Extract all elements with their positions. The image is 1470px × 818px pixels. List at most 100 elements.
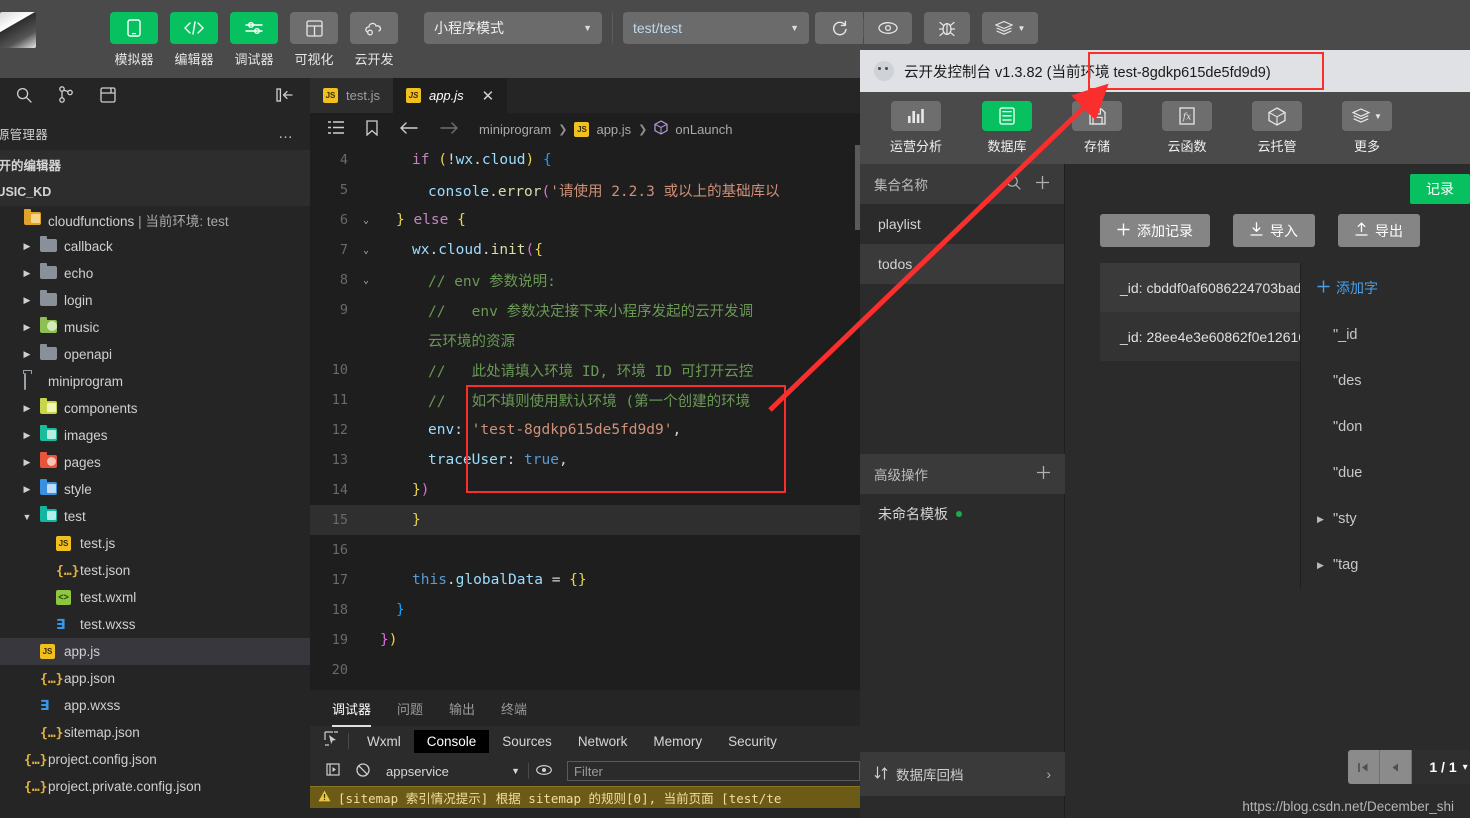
- tree-item[interactable]: ▶cloudfunctions | 当前环境: test: [0, 206, 310, 233]
- breadcrumb-item-symbol[interactable]: onLaunch: [675, 122, 732, 137]
- toolbar-item-simulator[interactable]: 模拟器: [110, 12, 158, 68]
- fold-toggle-icon[interactable]: ⌄: [356, 215, 376, 226]
- tree-item[interactable]: ▶ openapi: [0, 341, 310, 368]
- breadcrumb-item-folder[interactable]: miniprogram: [479, 122, 551, 137]
- tree-item[interactable]: ▼ test: [0, 503, 310, 530]
- tree-item[interactable]: ▶ images: [0, 422, 310, 449]
- debug-tab[interactable]: 问题: [397, 699, 423, 718]
- code-line[interactable]: 10 // 此处请填入环境 ID, 环境 ID 可打开云控: [310, 355, 860, 385]
- chevron-right-icon[interactable]: ▶: [20, 295, 34, 306]
- code-line[interactable]: 8 ⌄ // env 参数说明:: [310, 265, 860, 295]
- chevron-right-icon[interactable]: ▶: [20, 241, 34, 252]
- record-id-item[interactable]: _id: 28ee4e3e60862f0e126168c517...: [1100, 312, 1300, 361]
- code-line[interactable]: 20: [310, 655, 860, 685]
- debug-tab[interactable]: 调试器: [332, 699, 372, 727]
- tree-item[interactable]: ▶{…}project.private.config.json: [0, 773, 310, 800]
- tree-item[interactable]: ▶ music: [0, 314, 310, 341]
- record-field-row[interactable]: ▶"due: [1317, 450, 1470, 496]
- search-icon[interactable]: [16, 87, 32, 108]
- debug-button[interactable]: [924, 12, 970, 44]
- tree-item[interactable]: ▶miniprogram: [0, 368, 310, 395]
- tree-item[interactable]: ▶ style: [0, 476, 310, 503]
- record-field-row[interactable]: ▶"don: [1317, 404, 1470, 450]
- code-line[interactable]: 5 console.error('请使用 2.2.3 或以上的基础库以: [310, 175, 860, 205]
- chevron-right-icon[interactable]: ▶: [20, 349, 34, 360]
- cloud-nav-item[interactable]: fx 云函数: [1162, 101, 1213, 155]
- devtools-tab[interactable]: Security: [715, 730, 790, 753]
- debug-tab[interactable]: 输出: [449, 699, 475, 718]
- cloud-nav-item[interactable]: 数据库: [982, 101, 1033, 155]
- bookmark-icon[interactable]: [366, 119, 378, 139]
- forward-arrow-icon[interactable]: [440, 121, 458, 137]
- plus-icon[interactable]: [1036, 465, 1051, 483]
- code-line[interactable]: 14}): [310, 475, 860, 505]
- add-record-button[interactable]: 添加记录: [1100, 214, 1210, 247]
- code-line[interactable]: 18}: [310, 595, 860, 625]
- refresh-button[interactable]: [815, 12, 863, 44]
- toolbar-item-editor[interactable]: 编辑器: [170, 12, 218, 68]
- tree-item[interactable]: ▶∃test.wxss: [0, 611, 310, 638]
- cloud-nav-item[interactable]: 存储: [1072, 101, 1123, 155]
- layers-button[interactable]: ▼: [982, 12, 1038, 44]
- code-line[interactable]: 12 env: 'test-8gdkp615de5fd9d9',: [310, 415, 860, 445]
- chevron-right-icon[interactable]: ▶: [20, 430, 34, 441]
- record-id-item[interactable]: _id: cbddf0af6086224703badf002f...: [1100, 263, 1300, 312]
- devtools-tab[interactable]: Memory: [640, 730, 715, 753]
- tree-item[interactable]: ▶ echo: [0, 260, 310, 287]
- code-line[interactable]: 19}): [310, 625, 860, 655]
- cloud-nav-item[interactable]: ▼ 更多: [1342, 101, 1393, 155]
- toolbar-item-cloud[interactable]: 云开发: [350, 12, 398, 68]
- chevron-down-icon[interactable]: ▼: [20, 512, 34, 522]
- first-page-icon[interactable]: [1348, 750, 1380, 784]
- chevron-right-icon[interactable]: ▶: [1317, 560, 1333, 571]
- code-line[interactable]: 11 // 如不填则使用默认环境 (第一个创建的环境: [310, 385, 860, 415]
- cloud-nav-item[interactable]: 云托管: [1252, 101, 1303, 155]
- chevron-right-icon[interactable]: ▶: [20, 457, 34, 468]
- close-icon[interactable]: ✕: [482, 87, 495, 105]
- tree-item[interactable]: ▶ pages: [0, 449, 310, 476]
- section-open-editors[interactable]: 打开的编辑器: [0, 150, 310, 178]
- tree-item[interactable]: ▶ callback: [0, 233, 310, 260]
- breadcrumb-item-file[interactable]: app.js: [596, 122, 631, 137]
- code-line[interactable]: 13 traceUser: true,: [310, 445, 860, 475]
- execute-icon[interactable]: [318, 763, 348, 779]
- chevron-right-icon[interactable]: ▶: [20, 403, 34, 414]
- fold-toggle-icon[interactable]: ⌄: [356, 245, 376, 256]
- tree-item[interactable]: ▶<>test.wxml: [0, 584, 310, 611]
- preview-button[interactable]: [864, 12, 912, 44]
- code-line[interactable]: 17 this.globalData = {}: [310, 565, 860, 595]
- console-filter-input[interactable]: Filter: [567, 761, 860, 781]
- code-line[interactable]: 15}: [310, 505, 860, 535]
- code-line[interactable]: 7 ⌄ wx.cloud.init({: [310, 235, 860, 265]
- page-indicator[interactable]: 1 / 1 ▾: [1412, 750, 1470, 784]
- tree-item[interactable]: ▶{…}project.config.json: [0, 746, 310, 773]
- export-button[interactable]: 导出: [1338, 214, 1420, 247]
- fold-toggle-icon[interactable]: ⌄: [356, 275, 376, 286]
- code-line[interactable]: 云环境的资源: [310, 325, 860, 355]
- save-icon[interactable]: [100, 86, 116, 108]
- tree-item[interactable]: ▶{…}test.json: [0, 557, 310, 584]
- tree-item[interactable]: ▶∃app.wxss: [0, 692, 310, 719]
- eye-icon[interactable]: [529, 764, 559, 779]
- tree-item[interactable]: ▶ components: [0, 395, 310, 422]
- add-field-button[interactable]: 添加字: [1317, 263, 1470, 312]
- advanced-item-template[interactable]: 未命名模板: [860, 494, 1065, 534]
- tree-item[interactable]: ▶ login: [0, 287, 310, 314]
- chevron-right-icon[interactable]: ▶: [1317, 514, 1333, 525]
- collection-item[interactable]: todos: [860, 244, 1064, 284]
- tab-test-js[interactable]: JS test.js: [310, 78, 393, 113]
- devtools-tab[interactable]: Network: [565, 730, 641, 753]
- source-control-icon[interactable]: [58, 86, 74, 108]
- record-field-row[interactable]: ▶ "sty: [1317, 496, 1470, 542]
- mode-select[interactable]: 小程序模式 ▼: [424, 12, 602, 44]
- tree-item[interactable]: ▶JSapp.js: [0, 638, 310, 665]
- import-button[interactable]: 导入: [1233, 214, 1315, 247]
- record-field-row[interactable]: ▶ "tag: [1317, 542, 1470, 588]
- avatar[interactable]: [0, 12, 36, 48]
- collapse-icon[interactable]: [276, 87, 294, 107]
- code-line[interactable]: 9 // env 参数决定接下来小程序发起的云开发调: [310, 295, 860, 325]
- inspect-icon[interactable]: [316, 731, 346, 751]
- tree-item[interactable]: ▶{…}sitemap.json: [0, 719, 310, 746]
- plus-icon[interactable]: [1035, 175, 1050, 193]
- tree-item[interactable]: ▶JStest.js: [0, 530, 310, 557]
